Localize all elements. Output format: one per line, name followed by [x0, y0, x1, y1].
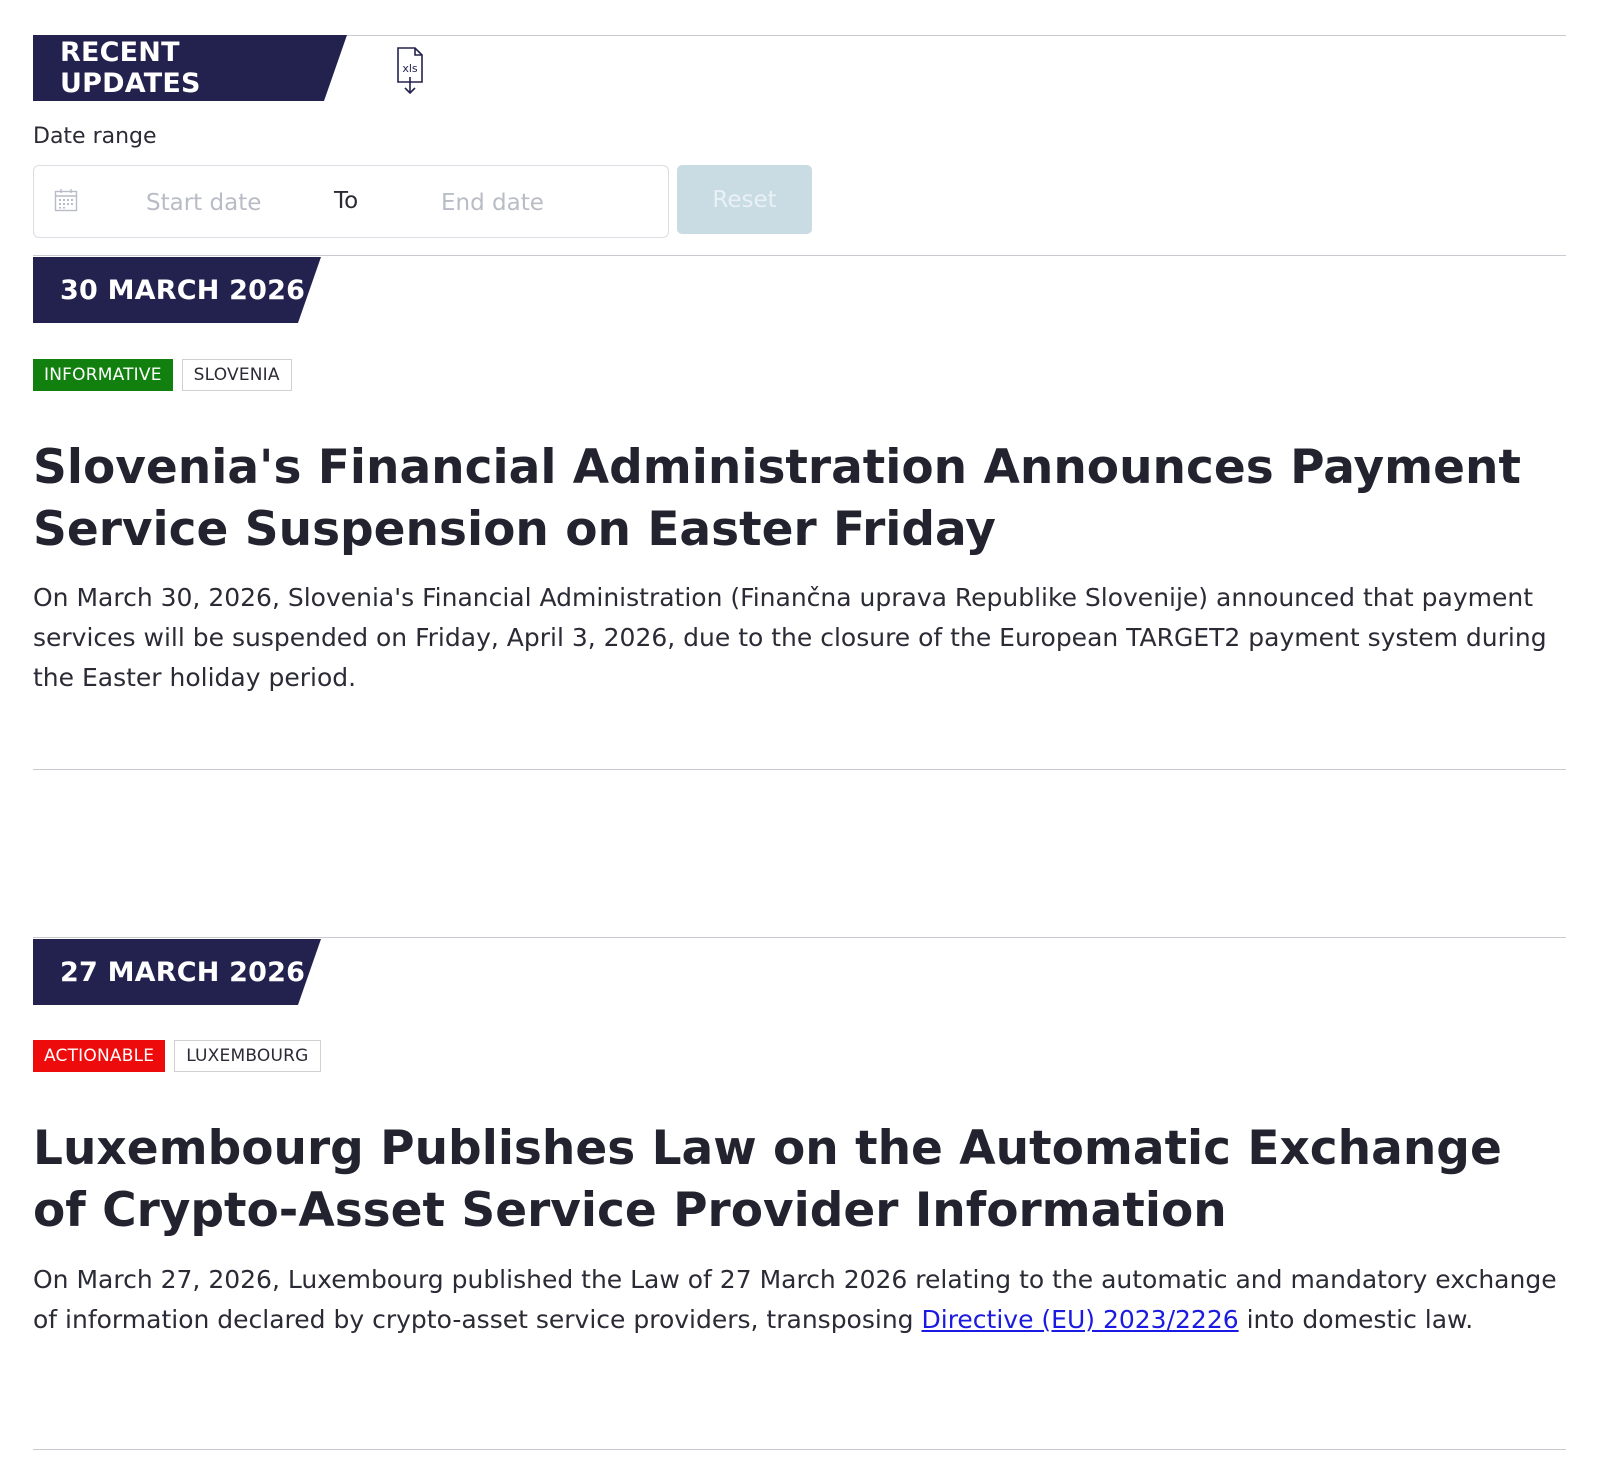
article-divider — [33, 1449, 1566, 1450]
xls-icon-label: xls — [402, 62, 418, 75]
reset-button[interactable]: Reset — [677, 165, 812, 234]
article-title[interactable]: Slovenia's Financial Administration Anno… — [33, 437, 1563, 561]
section-title: RECENT UPDATES — [33, 35, 322, 101]
article-title[interactable]: Luxembourg Publishes Law on the Automati… — [33, 1118, 1563, 1242]
country-tag[interactable]: LUXEMBOURG — [174, 1040, 321, 1072]
actionable-tag[interactable]: ACTIONABLE — [33, 1040, 166, 1072]
end-date-input[interactable] — [441, 184, 641, 222]
xls-download-icon[interactable]: xls — [396, 47, 424, 95]
summary-text: into domestic law. — [1238, 1305, 1474, 1334]
section-divider — [33, 255, 1566, 256]
date-range-label: Date range — [33, 124, 157, 149]
section-divider — [33, 937, 1566, 938]
date-range-picker[interactable]: To — [33, 165, 669, 238]
banner-slash — [321, 35, 347, 101]
article-summary: On March 27, 2026, Luxembourg published … — [33, 1260, 1563, 1340]
update-date-banner: 27 MARCH 2026 — [33, 939, 321, 1005]
tag-row: INFORMATIVE SLOVENIA — [33, 359, 292, 391]
informative-tag[interactable]: INFORMATIVE — [33, 359, 173, 391]
article-summary: On March 30, 2026, Slovenia's Financial … — [33, 583, 1547, 692]
start-date-input[interactable] — [146, 184, 306, 222]
calendar-icon — [54, 189, 78, 212]
to-label: To — [334, 188, 359, 214]
directive-link[interactable]: Directive (EU) 2023/2226 — [922, 1305, 1239, 1334]
update-date-banner: 30 MARCH 2026 — [33, 257, 321, 323]
tag-row: ACTIONABLE LUXEMBOURG — [33, 1040, 321, 1072]
article-divider — [33, 769, 1566, 770]
country-tag[interactable]: SLOVENIA — [181, 359, 292, 391]
